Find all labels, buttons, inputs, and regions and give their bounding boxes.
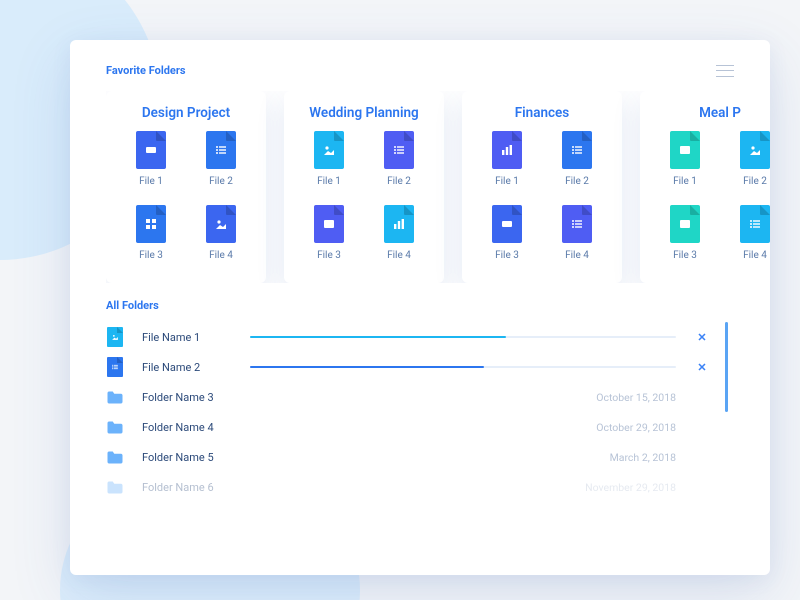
file-label: File 3 <box>495 250 519 261</box>
video-file-icon <box>670 205 700 243</box>
file-label: File 1 <box>673 176 697 187</box>
main-panel: Favorite Folders Design Project File 1 Fil… <box>70 40 770 575</box>
image-file-icon <box>314 131 344 169</box>
list-row[interactable]: Folder Name 5 March 2, 2018 <box>106 442 710 472</box>
list-row[interactable]: Folder Name 4 October 29, 2018 <box>106 412 710 442</box>
file-label: File 2 <box>387 176 411 187</box>
file-item[interactable]: File 1 <box>472 131 542 201</box>
file-item[interactable]: File 3 <box>116 205 186 275</box>
slides-file-icon <box>136 131 166 169</box>
row-date: October 29, 2018 <box>566 421 676 434</box>
folder-card[interactable]: Design Project File 1 File 2 File 3 File 4 <box>106 91 266 283</box>
file-label: File 3 <box>317 250 341 261</box>
file-label: File 4 <box>387 250 411 261</box>
folder-card-title: Finances <box>472 105 612 121</box>
file-item[interactable]: File 1 <box>294 131 364 201</box>
file-item[interactable]: File 2 <box>364 131 434 201</box>
folder-icon <box>106 447 124 467</box>
cancel-upload-button[interactable]: ✕ <box>694 331 710 344</box>
folder-card[interactable]: Meal P File 1 File 2 File 3 File 4 <box>640 91 770 283</box>
chart-file-icon <box>492 131 522 169</box>
file-item[interactable]: File 4 <box>364 205 434 275</box>
folder-card[interactable]: Finances File 1 File 2 File 3 File 4 <box>462 91 622 283</box>
folder-icon <box>106 417 124 437</box>
image-file-icon <box>740 131 770 169</box>
row-name: Folder Name 5 <box>142 451 232 464</box>
row-date: November 29, 2018 <box>566 481 676 494</box>
file-item[interactable]: File 2 <box>186 131 256 201</box>
file-label: File 1 <box>317 176 341 187</box>
list-row[interactable]: File Name 1 ✕ <box>106 322 710 352</box>
image-file-icon <box>206 205 236 243</box>
image-file-icon <box>106 327 124 347</box>
file-label: File 4 <box>743 250 767 261</box>
file-label: File 2 <box>209 176 233 187</box>
file-item[interactable]: File 2 <box>720 131 770 201</box>
list-row[interactable]: Folder Name 3 October 15, 2018 <box>106 382 710 412</box>
file-item[interactable]: File 1 <box>650 131 720 201</box>
folder-card-title: Meal P <box>650 105 770 121</box>
chart-file-icon <box>384 205 414 243</box>
slides-file-icon <box>492 205 522 243</box>
row-name: Folder Name 4 <box>142 421 232 434</box>
list-file-icon <box>106 357 124 377</box>
file-item[interactable]: File 2 <box>542 131 612 201</box>
file-label: File 4 <box>565 250 589 261</box>
scrollbar-thumb[interactable] <box>725 322 728 412</box>
file-label: File 2 <box>743 176 767 187</box>
list-file-icon <box>562 205 592 243</box>
video-file-icon <box>314 205 344 243</box>
file-label: File 3 <box>673 250 697 261</box>
folder-card-title: Design Project <box>116 105 256 121</box>
favorite-folders-row: Design ProjectFile 1File 2File 3File 4We… <box>106 91 770 283</box>
folder-icon <box>106 477 124 497</box>
video-file-icon <box>670 131 700 169</box>
file-item[interactable]: File 4 <box>542 205 612 275</box>
cancel-upload-button[interactable]: ✕ <box>694 361 710 374</box>
file-label: File 1 <box>495 176 519 187</box>
file-label: File 2 <box>565 176 589 187</box>
row-name: Folder Name 3 <box>142 391 232 404</box>
list-file-icon <box>562 131 592 169</box>
grid-file-icon <box>136 205 166 243</box>
upload-progress <box>250 336 676 338</box>
upload-progress <box>250 366 676 368</box>
file-item[interactable]: File 1 <box>116 131 186 201</box>
list-file-icon <box>206 131 236 169</box>
all-folders-list: File Name 1 ✕ File Name 2 ✕ Folder Name 3 Oct… <box>106 322 770 512</box>
list-file-icon <box>384 131 414 169</box>
file-label: File 4 <box>209 250 233 261</box>
file-item[interactable]: File 4 <box>186 205 256 275</box>
file-item[interactable]: File 3 <box>294 205 364 275</box>
all-folders-title: All Folders <box>106 299 770 312</box>
file-label: File 3 <box>139 250 163 261</box>
favorite-folders-title: Favorite Folders <box>106 64 186 77</box>
menu-icon[interactable] <box>716 65 734 77</box>
row-name: Folder Name 6 <box>142 481 232 494</box>
file-item[interactable]: File 3 <box>650 205 720 275</box>
folder-card[interactable]: Wedding Planning File 1 File 2 File 3 File 4 <box>284 91 444 283</box>
list-row[interactable]: Folder Name 6 November 29, 2018 <box>106 472 710 502</box>
list-row[interactable]: File Name 2 ✕ <box>106 352 710 382</box>
folder-card-title: Wedding Planning <box>294 105 434 121</box>
file-label: File 1 <box>139 176 163 187</box>
row-name: File Name 2 <box>142 361 232 374</box>
row-date: March 2, 2018 <box>566 451 676 464</box>
row-name: File Name 1 <box>142 331 232 344</box>
list-file-icon <box>740 205 770 243</box>
file-item[interactable]: File 4 <box>720 205 770 275</box>
folder-icon <box>106 387 124 407</box>
file-item[interactable]: File 3 <box>472 205 542 275</box>
row-date: October 15, 2018 <box>566 391 676 404</box>
